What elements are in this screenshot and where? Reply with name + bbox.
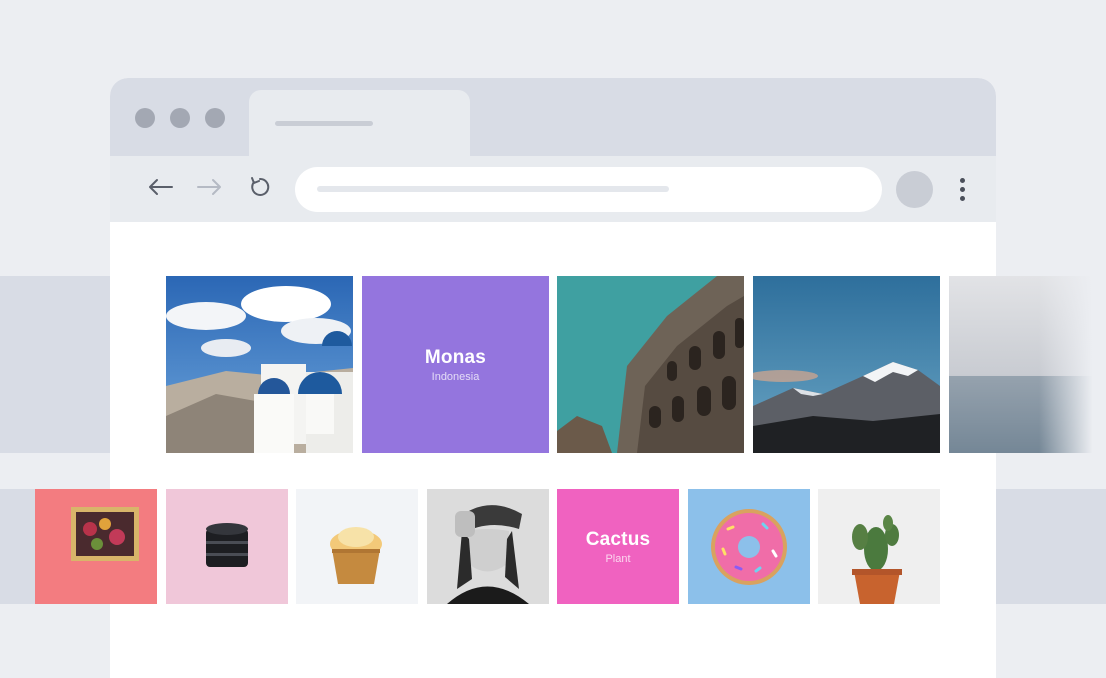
- photo-donut[interactable]: [688, 489, 810, 604]
- reload-button[interactable]: [243, 170, 277, 204]
- reload-icon: [251, 177, 270, 196]
- address-placeholder: [317, 186, 669, 192]
- kebab-menu-icon[interactable]: [956, 178, 968, 202]
- photo-potted-cactus[interactable]: [818, 489, 940, 604]
- label-card-cactus[interactable]: Cactus Plant: [557, 489, 679, 604]
- address-bar[interactable]: [295, 167, 882, 212]
- photo-misty-sea[interactable]: [949, 276, 1106, 453]
- active-tab[interactable]: [249, 90, 470, 164]
- card-subtitle: Indonesia: [431, 370, 480, 383]
- card-title: Cactus: [585, 528, 651, 550]
- arrow-right-icon: [197, 179, 221, 195]
- window-close-button[interactable]: [135, 108, 155, 128]
- photo-framed-painting[interactable]: [35, 489, 157, 604]
- window-minimize-button[interactable]: [170, 108, 190, 128]
- forward-button[interactable]: [193, 170, 227, 204]
- photo-camera-lens[interactable]: [166, 489, 288, 604]
- label-card-monas[interactable]: Monas Indonesia: [362, 276, 549, 453]
- card-subtitle: Plant: [605, 552, 631, 565]
- photo-woman-portrait[interactable]: [427, 489, 549, 604]
- tab-bar: [110, 78, 996, 164]
- photo-mountain[interactable]: [753, 276, 940, 453]
- back-button[interactable]: [143, 170, 177, 204]
- arrow-left-icon: [149, 179, 173, 195]
- profile-avatar[interactable]: [896, 171, 933, 208]
- photo-colosseum[interactable]: [557, 276, 744, 453]
- tab-title-placeholder: [275, 121, 373, 126]
- window-maximize-button[interactable]: [205, 108, 225, 128]
- photo-cupcake[interactable]: [296, 489, 418, 604]
- photo-santorini[interactable]: [166, 276, 353, 453]
- card-title: Monas: [424, 346, 487, 368]
